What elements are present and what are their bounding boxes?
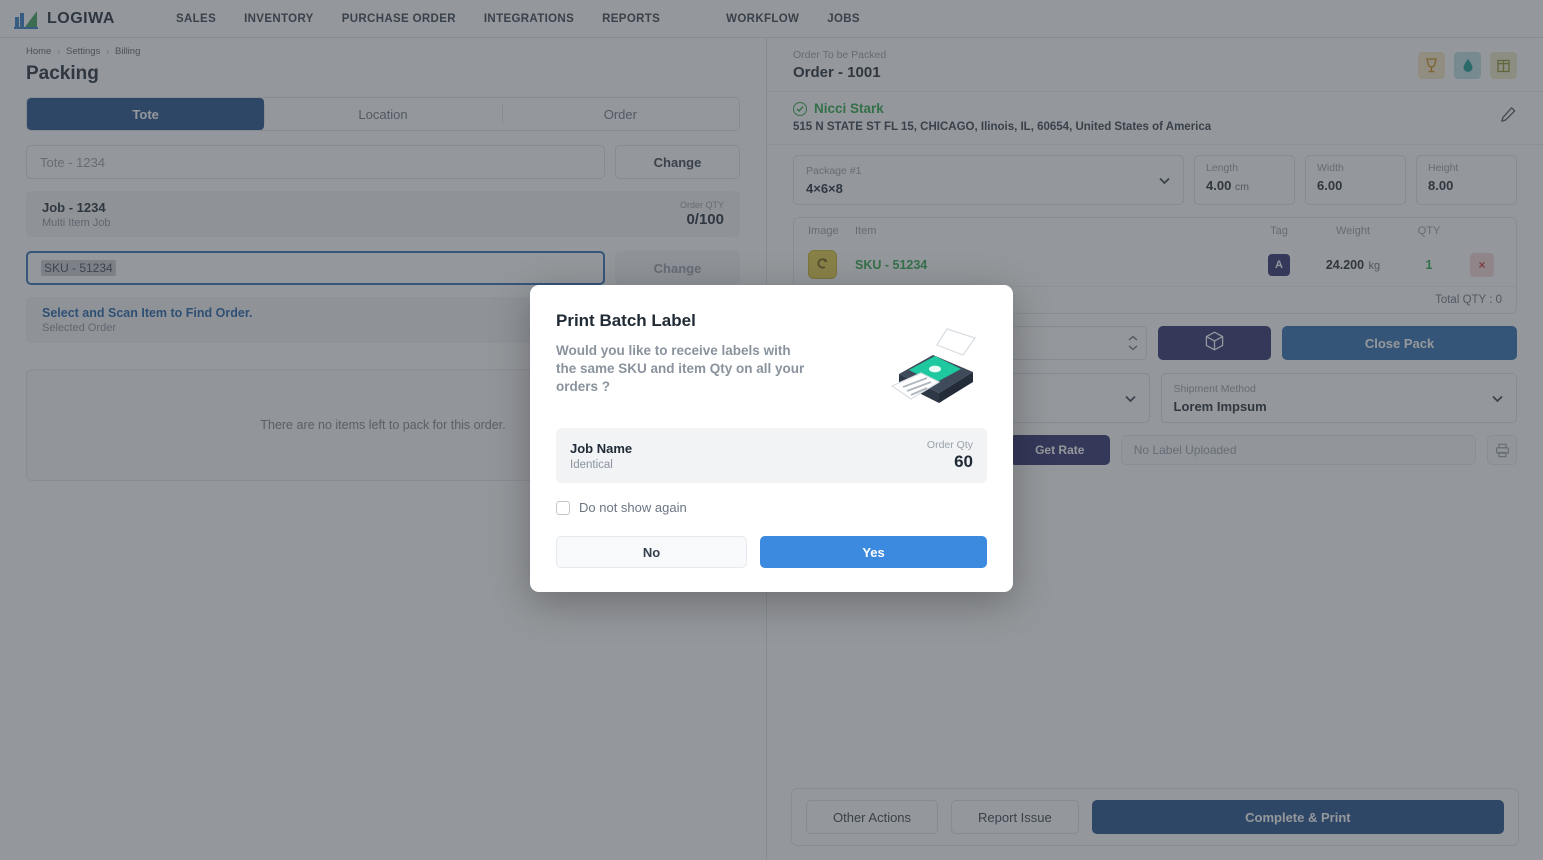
printer-illustration-icon bbox=[887, 325, 987, 412]
do-not-show-again-row[interactable]: Do not show again bbox=[556, 500, 987, 515]
no-button[interactable]: No bbox=[556, 536, 748, 568]
do-not-show-again-label: Do not show again bbox=[579, 500, 687, 515]
yes-button[interactable]: Yes bbox=[760, 536, 987, 568]
dialog-buttons: No Yes bbox=[556, 536, 987, 568]
do-not-show-again-checkbox[interactable] bbox=[556, 500, 570, 515]
job-name-value: Identical bbox=[570, 458, 613, 471]
dialog-body: Would you like to receive labels with th… bbox=[556, 328, 987, 412]
print-batch-label-dialog: Print Batch Label Would you like to rece… bbox=[530, 285, 1013, 592]
job-name-label: Job Name bbox=[570, 440, 633, 456]
job-summary-text: Job Name Identical bbox=[570, 441, 632, 471]
dialog-question: Would you like to receive labels with th… bbox=[556, 343, 805, 395]
job-summary-card: Job Name Identical Order Qty 60 bbox=[556, 428, 987, 483]
order-qty-label: Order Qty bbox=[926, 439, 973, 451]
job-summary-qty: Order Qty 60 bbox=[927, 439, 973, 472]
order-qty-value: 60 bbox=[954, 452, 973, 471]
packing-app: LOGIWA SALES INVENTORY PURCHASE ORDER IN… bbox=[0, 0, 1543, 860]
